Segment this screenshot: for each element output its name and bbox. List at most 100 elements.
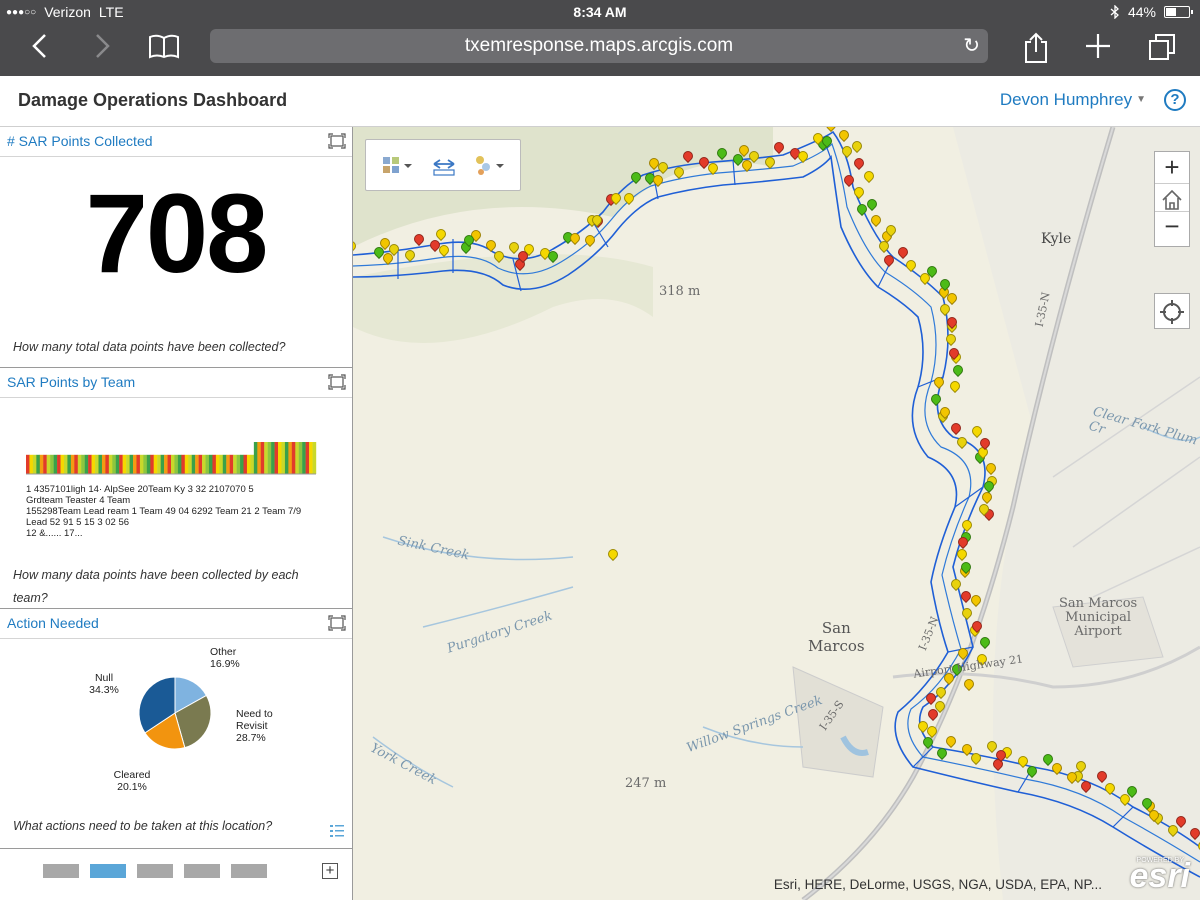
reload-icon[interactable]: ↻	[963, 29, 980, 63]
team-bar[interactable]	[39, 454, 44, 474]
team-bar[interactable]	[267, 442, 272, 474]
team-bar[interactable]	[63, 454, 68, 474]
page-indicator-active[interactable]	[90, 864, 126, 878]
team-bar[interactable]	[188, 454, 192, 474]
team-bar[interactable]	[60, 454, 65, 474]
team-bar[interactable]	[250, 454, 255, 474]
team-bar[interactable]	[164, 454, 168, 474]
address-bar[interactable]: txemresponse.maps.arcgis.com ↻	[210, 29, 988, 63]
team-bar[interactable]	[70, 454, 75, 474]
expand-icon[interactable]	[328, 615, 346, 631]
legend-icon[interactable]	[330, 824, 344, 838]
team-bar[interactable]	[191, 454, 196, 474]
share-button[interactable]	[1016, 32, 1056, 66]
measure-icon[interactable]	[432, 154, 456, 178]
team-bar[interactable]	[229, 454, 234, 474]
add-page-icon[interactable]: +	[322, 863, 338, 879]
zoom-out-button[interactable]: −	[1155, 211, 1189, 243]
team-bar[interactable]	[143, 454, 148, 474]
home-icon[interactable]	[1160, 189, 1184, 211]
team-bar[interactable]	[77, 454, 82, 474]
team-bar[interactable]	[57, 454, 61, 474]
team-bar[interactable]	[119, 454, 123, 474]
team-bar[interactable]	[101, 454, 106, 474]
team-bar[interactable]	[139, 454, 144, 474]
help-icon[interactable]: ?	[1164, 89, 1186, 111]
team-bar[interactable]	[312, 442, 317, 474]
team-bar[interactable]	[67, 454, 72, 474]
team-bar[interactable]	[226, 454, 230, 474]
team-bar[interactable]	[171, 454, 175, 474]
team-bar[interactable]	[43, 454, 47, 474]
team-bar[interactable]	[181, 454, 186, 474]
team-bar[interactable]	[126, 454, 130, 474]
team-bar[interactable]	[81, 454, 85, 474]
team-bar[interactable]	[288, 442, 293, 474]
team-bar[interactable]	[253, 442, 258, 474]
team-bar[interactable]	[36, 454, 41, 474]
team-bar[interactable]	[233, 454, 237, 474]
team-bar[interactable]	[215, 454, 220, 474]
team-bar-chart[interactable]: 1 4357101ligh 14· AlpSee 20Team Ky 3 32 …	[20, 408, 338, 548]
team-bar[interactable]	[53, 454, 58, 474]
tabs-button[interactable]	[1142, 32, 1182, 66]
team-bar[interactable]	[88, 454, 92, 474]
layers-icon[interactable]	[474, 154, 508, 178]
page-indicator[interactable]	[184, 864, 220, 878]
team-bar[interactable]	[305, 442, 310, 474]
user-menu[interactable]: Devon Humphrey ▼	[1000, 90, 1146, 110]
team-bar[interactable]	[205, 454, 210, 474]
team-bar[interactable]	[212, 454, 217, 474]
team-bar[interactable]	[260, 442, 265, 474]
team-bar[interactable]	[243, 454, 248, 474]
team-bar[interactable]	[122, 454, 127, 474]
team-bar[interactable]	[302, 442, 306, 474]
team-bar[interactable]	[50, 454, 54, 474]
team-bar[interactable]	[264, 442, 268, 474]
team-bar[interactable]	[98, 454, 103, 474]
team-bar[interactable]	[115, 454, 120, 474]
team-bar[interactable]	[32, 454, 37, 474]
team-bar[interactable]	[295, 442, 299, 474]
zoom-in-button[interactable]: +	[1155, 152, 1189, 184]
team-bar[interactable]	[236, 454, 241, 474]
team-bar[interactable]	[174, 454, 179, 474]
action-pie-chart[interactable]: Other 16.9% Need to Revisit 28.7% Cleared 20.1…	[60, 635, 300, 815]
page-indicator[interactable]	[231, 864, 267, 878]
team-bar[interactable]	[219, 454, 223, 474]
team-bar[interactable]	[26, 454, 30, 474]
team-bar[interactable]	[129, 454, 134, 474]
team-bar[interactable]	[195, 454, 199, 474]
team-bar[interactable]	[284, 442, 289, 474]
team-bar[interactable]	[150, 454, 154, 474]
team-bar[interactable]	[278, 442, 282, 474]
team-bar[interactable]	[184, 454, 189, 474]
new-tab-button[interactable]	[1078, 32, 1118, 66]
expand-icon[interactable]	[328, 374, 346, 390]
page-indicator[interactable]	[137, 864, 173, 878]
team-bar[interactable]	[222, 454, 227, 474]
team-bar[interactable]	[274, 442, 279, 474]
team-bar[interactable]	[160, 454, 165, 474]
team-bar[interactable]	[309, 442, 313, 474]
team-bar[interactable]	[291, 442, 296, 474]
locate-button[interactable]	[1154, 293, 1190, 329]
team-bar[interactable]	[157, 454, 161, 474]
team-bar[interactable]	[177, 454, 182, 474]
team-bar[interactable]	[133, 454, 137, 474]
team-bar[interactable]	[108, 454, 113, 474]
team-bar[interactable]	[74, 454, 78, 474]
team-bar[interactable]	[167, 454, 172, 474]
basemap-gallery-icon[interactable]	[382, 154, 416, 178]
forward-button[interactable]	[82, 32, 122, 66]
map-view[interactable]: Kyle San Marcos San Marcos Municipal Air…	[353, 127, 1200, 900]
team-bar[interactable]	[29, 454, 34, 474]
team-bar[interactable]	[105, 454, 110, 474]
team-bar[interactable]	[91, 454, 96, 474]
team-bar[interactable]	[246, 454, 251, 474]
team-bar[interactable]	[202, 454, 206, 474]
expand-icon[interactable]	[328, 133, 346, 149]
team-bar[interactable]	[208, 454, 213, 474]
team-bar[interactable]	[146, 454, 151, 474]
team-bar[interactable]	[136, 454, 141, 474]
